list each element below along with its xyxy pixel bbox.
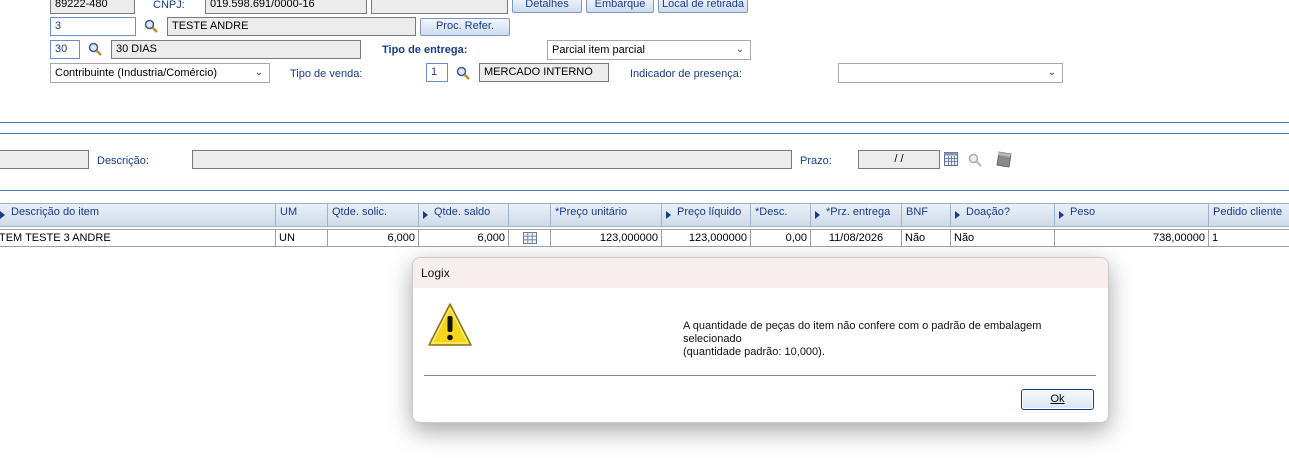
- col-header-pedido-cliente[interactable]: Pedido cliente: [1209, 203, 1289, 227]
- item-code-field[interactable]: [0, 150, 89, 169]
- client-name-field: TESTE ANDRE: [167, 17, 416, 36]
- cell-pedido-cliente[interactable]: 1: [1209, 229, 1289, 247]
- contribuinte-select[interactable]: Contribuinte (Industria/Comércio) ⌄: [50, 63, 270, 83]
- dialog-message: A quantidade de peças do item não confer…: [683, 320, 1103, 359]
- sort-arrow-icon: [955, 211, 960, 219]
- tipo-venda-code-field[interactable]: 1: [426, 63, 448, 82]
- sort-arrow-icon: [815, 211, 820, 219]
- cell-grid-button[interactable]: [509, 229, 551, 247]
- sort-arrow-icon: [0, 211, 5, 219]
- client-code-field[interactable]: 3: [50, 17, 136, 36]
- client-search-icon[interactable]: [144, 19, 158, 33]
- cell-um[interactable]: UN: [276, 229, 328, 247]
- chevron-down-icon: ⌄: [1047, 67, 1056, 78]
- ok-button[interactable]: Ok: [1021, 389, 1094, 410]
- prazo-label: Prazo:: [800, 155, 832, 167]
- col-header-bnf[interactable]: BNF: [902, 203, 951, 227]
- dialog-title: Logix: [413, 258, 1108, 288]
- embarque-button[interactable]: Embarque: [586, 0, 654, 13]
- cell-prz-entrega[interactable]: 11/08/2026: [811, 229, 902, 247]
- dialog-message-line2: (quantidade padrão: 10,000).: [683, 346, 825, 358]
- tipo-venda-search-icon[interactable]: [456, 66, 470, 80]
- col-header-descricao[interactable]: Descrição do item: [0, 203, 276, 227]
- divider: [0, 190, 1289, 191]
- dialog-divider: [424, 375, 1096, 376]
- col-header-preco-unitario[interactable]: *Preço unitário: [551, 203, 662, 227]
- indicador-presenca-label: Indicador de presença:: [630, 68, 742, 80]
- col-header-um[interactable]: UM: [276, 203, 328, 227]
- extra-field[interactable]: [371, 0, 508, 14]
- col-header-peso[interactable]: Peso: [1055, 203, 1209, 227]
- tipo-entrega-label: Tipo de entrega:: [382, 44, 468, 56]
- tipo-venda-label: Tipo de venda:: [290, 68, 363, 80]
- dialog-message-line1: A quantidade de peças do item não confer…: [683, 320, 1042, 345]
- cell-bnf[interactable]: Não: [902, 229, 951, 247]
- cep-field[interactable]: 89222-480: [50, 0, 135, 14]
- grid-icon[interactable]: [522, 232, 537, 244]
- cell-qtde-solic[interactable]: 6,000: [328, 229, 419, 247]
- cell-desc[interactable]: 0,00: [751, 229, 811, 247]
- sort-arrow-icon: [666, 211, 671, 219]
- cell-peso[interactable]: 738,00000: [1055, 229, 1209, 247]
- col-header-qtde-solic[interactable]: Qtde. solic.: [328, 203, 419, 227]
- chevron-down-icon: ⌄: [735, 44, 744, 55]
- col-header-blank[interactable]: [509, 203, 551, 227]
- detalhes-button[interactable]: Detalhes: [512, 0, 582, 13]
- indicador-presenca-select[interactable]: ⌄: [838, 63, 1063, 83]
- local-retirada-button[interactable]: Local de retirada: [658, 0, 748, 13]
- proc-refer-button[interactable]: Proc. Refer.: [420, 18, 510, 36]
- divider: [0, 122, 1289, 123]
- descricao-field[interactable]: [192, 150, 792, 169]
- descricao-label: Descrição:: [97, 155, 149, 167]
- tipo-entrega-select[interactable]: Parcial item parcial ⌄: [547, 40, 751, 60]
- sort-arrow-icon: [423, 211, 428, 219]
- tipo-entrega-value: Parcial item parcial: [552, 44, 645, 56]
- eraser-icon[interactable]: [996, 151, 1012, 168]
- cell-doacao[interactable]: Não: [951, 229, 1055, 247]
- col-header-doacao[interactable]: Doação?: [951, 203, 1055, 227]
- chevron-down-icon: ⌄: [254, 67, 263, 78]
- search-icon[interactable]: [968, 153, 982, 167]
- warning-icon: [428, 303, 472, 346]
- cell-qtde-saldo[interactable]: 6,000: [419, 229, 509, 247]
- cell-descricao[interactable]: TEM TESTE 3 ANDRE: [0, 229, 276, 247]
- cell-preco-liquido[interactable]: 123,000000: [662, 229, 751, 247]
- warning-dialog: Logix A quantidade de peças do item não …: [412, 257, 1109, 423]
- contribuinte-value: Contribuinte (Industria/Comércio): [55, 67, 218, 79]
- cell-preco-unitario[interactable]: 123,000000: [551, 229, 662, 247]
- divider: [0, 133, 1289, 134]
- col-header-prz-entrega[interactable]: *Prz. entrega: [811, 203, 902, 227]
- col-header-desc[interactable]: *Desc.: [751, 203, 811, 227]
- tipo-venda-name-field: MERCADO INTERNO: [479, 63, 609, 82]
- cond-code-field[interactable]: 30: [50, 40, 80, 59]
- cnpj-field[interactable]: 019.598.691/0000-16: [205, 0, 367, 14]
- cond-name-field: 30 DIAS: [111, 40, 361, 59]
- col-header-preco-liquido[interactable]: Preço líquido: [662, 203, 751, 227]
- calendar-icon[interactable]: [944, 152, 958, 166]
- cnpj-label: CNPJ:: [153, 0, 185, 11]
- ok-label: Ok: [1050, 393, 1065, 405]
- col-header-qtde-saldo[interactable]: Qtde. saldo: [419, 203, 509, 227]
- prazo-field[interactable]: / /: [858, 150, 940, 169]
- cond-search-icon[interactable]: [88, 42, 102, 56]
- sort-arrow-icon: [1059, 211, 1064, 219]
